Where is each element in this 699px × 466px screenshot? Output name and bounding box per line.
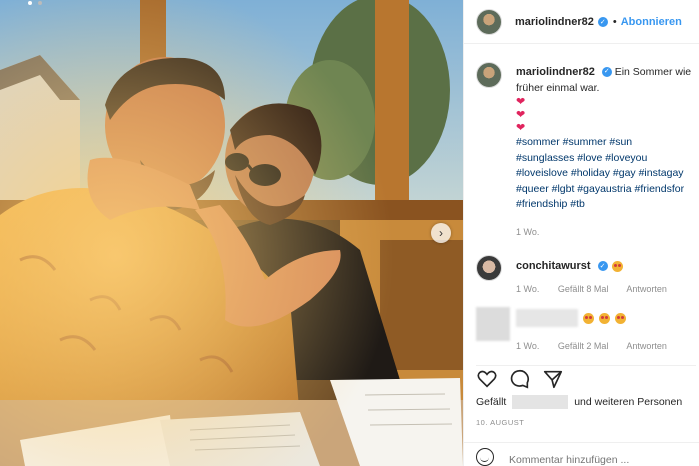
header-separator: • <box>612 15 617 28</box>
share-icon[interactable] <box>542 368 564 390</box>
caption-timestamp: 1 Wo. <box>516 226 540 237</box>
post-photo[interactable]: › <box>0 0 463 466</box>
comment-likes[interactable]: Gefällt 2 Mal <box>558 341 609 351</box>
commenter-username[interactable]: conchitawurst <box>516 260 591 272</box>
likes-line: Gefällt und weiteren Personen <box>476 395 682 409</box>
comment-input[interactable] <box>509 454 689 466</box>
comment-meta: 1 Wo. Gefällt 8 Mal Antworten <box>516 284 683 294</box>
comment-time: 1 Wo. <box>516 341 540 351</box>
action-bar <box>476 365 696 389</box>
header-username[interactable]: mariolindner82 <box>515 16 594 28</box>
verified-badge-icon: ✓ <box>597 261 608 272</box>
verified-badge-icon: ✓ <box>601 67 612 78</box>
carousel-dots <box>28 1 42 5</box>
comment-time: 1 Wo. <box>516 284 540 294</box>
comment-meta: 1 Wo. Gefällt 2 Mal Antworten <box>516 341 683 351</box>
commenter-avatar[interactable] <box>476 255 502 281</box>
avatar[interactable] <box>476 8 502 35</box>
next-arrow-icon[interactable]: › <box>431 223 451 243</box>
post-header: mariolindner82 ✓ • Abonnieren <box>464 0 699 44</box>
heart-emoji-line-3: ❤ <box>516 122 526 134</box>
heart-eyes-emoji-icon <box>598 312 610 324</box>
comment-icon[interactable] <box>509 368 531 390</box>
caption-text-block: mariolindner82 ✓ Ein Sommer wie früher e… <box>516 65 699 240</box>
add-comment-bar <box>464 442 699 466</box>
caption-hashtags[interactable]: #sommer #summer #sun #sunglasses #love #… <box>516 135 699 213</box>
post-side-panel: mariolindner82 ✓ • Abonnieren mariolindn… <box>463 0 699 466</box>
heart-emoji-line-1: ❤ <box>516 96 526 108</box>
verified-badge-icon: ✓ <box>597 16 608 27</box>
likes-suffix[interactable]: und weiteren Personen <box>574 396 682 408</box>
comment-body: conchitawurst ✓ <box>516 260 624 272</box>
reply-button[interactable]: Antworten <box>626 341 667 351</box>
heart-emoji-line-2: ❤ <box>516 109 526 121</box>
follow-button[interactable]: Abonnieren <box>621 16 682 28</box>
blurred-liker-name[interactable] <box>512 395 569 409</box>
blurred-username[interactable] <box>516 309 578 327</box>
heart-eyes-emoji-icon <box>614 312 626 324</box>
heart-icon[interactable] <box>476 368 498 390</box>
likes-prefix: Gefällt <box>476 395 507 408</box>
heart-eyes-emoji-icon <box>612 260 624 272</box>
heart-eyes-emoji-icon <box>582 312 594 324</box>
reply-button[interactable]: Antworten <box>626 284 667 294</box>
emoji-icon[interactable] <box>476 448 494 466</box>
comment-likes[interactable]: Gefällt 8 Mal <box>558 284 609 294</box>
comment-body <box>516 309 626 327</box>
blurred-avatar[interactable] <box>476 307 510 341</box>
post-date: 10. AUGUST <box>476 418 525 427</box>
caption-username[interactable]: mariolindner82 <box>516 66 595 78</box>
caption-avatar[interactable] <box>476 62 502 88</box>
photo-illustration <box>0 0 463 466</box>
